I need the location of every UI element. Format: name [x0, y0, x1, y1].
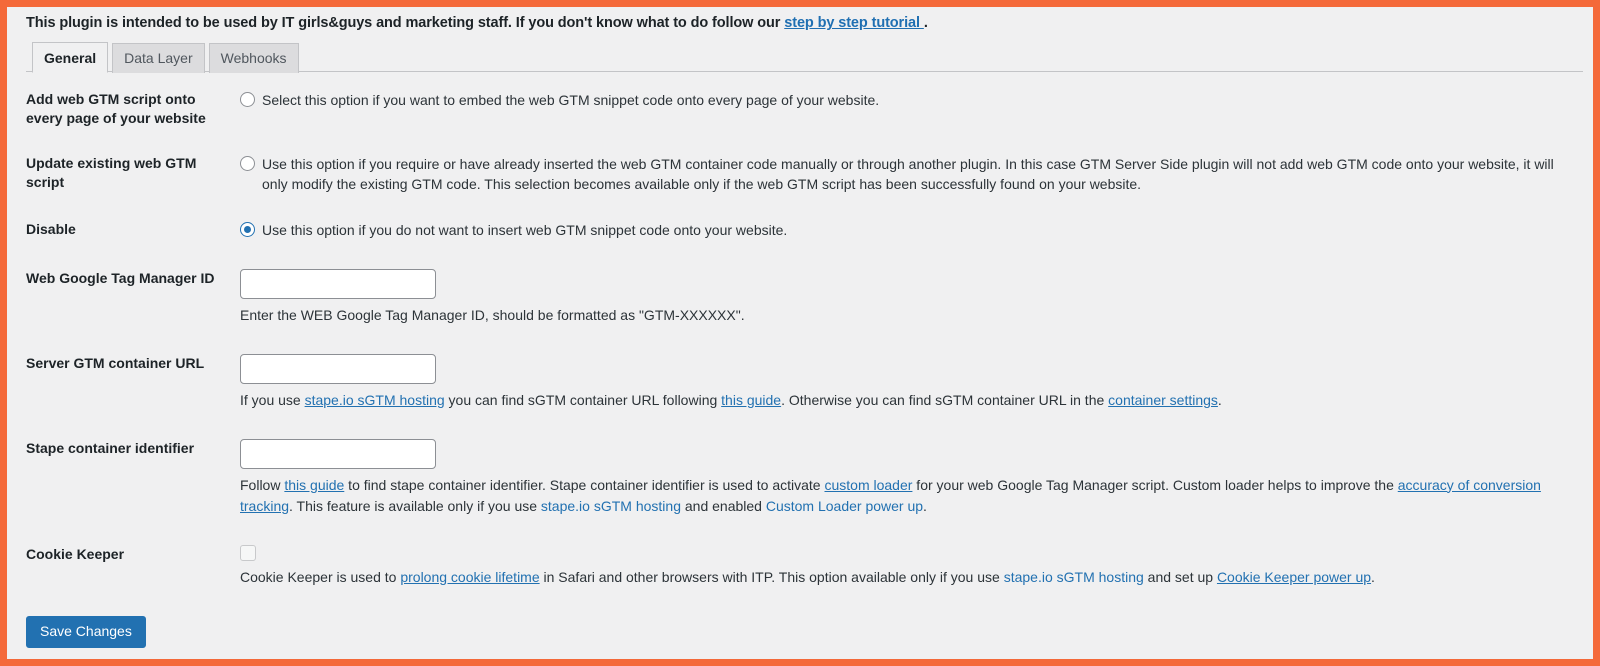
- stape-hosting-link-3[interactable]: stape.io sGTM hosting: [1004, 569, 1144, 585]
- desc-cookie-keeper: Cookie Keeper is used to prolong cookie …: [240, 567, 1575, 588]
- label-web-gtm-id: Web Google Tag Manager ID: [26, 269, 215, 286]
- desc-server-gtm-url: If you use stape.io sGTM hosting you can…: [240, 390, 1575, 411]
- option-disable[interactable]: Use this option if you do not want to in…: [240, 220, 1575, 240]
- settings-page: This plugin is intended to be used by IT…: [7, 7, 1593, 659]
- desc-stape-identifier: Follow this guide to find stape containe…: [240, 475, 1575, 517]
- tab-data-layer-label: Data Layer: [124, 50, 193, 66]
- plugin-settings-frame: This plugin is intended to be used by IT…: [0, 0, 1600, 666]
- desc-server-gtm-url-part2: you can find sGTM container URL followin…: [444, 391, 722, 408]
- cookie-keeper-checkbox[interactable]: [240, 544, 256, 561]
- stape-identifier-input[interactable]: [240, 438, 436, 469]
- row-server-gtm-url: Server GTM container URL If you use stap…: [26, 340, 1583, 425]
- desc-stape-part4: . This feature is available only if you …: [289, 497, 541, 514]
- row-update-web-gtm-script: Update existing web GTM script Use this …: [26, 142, 1583, 209]
- desc-server-gtm-url-part1: If you use: [240, 391, 305, 408]
- desc-cookie-part3: and set up: [1143, 568, 1217, 585]
- tab-webhooks[interactable]: Webhooks: [208, 43, 299, 73]
- plugin-notice: This plugin is intended to be used by IT…: [17, 7, 1583, 31]
- notice-text-before: This plugin is intended to be used by IT…: [26, 15, 785, 31]
- custom-loader-power-up-link[interactable]: Custom Loader power up: [766, 498, 923, 514]
- server-gtm-url-input[interactable]: [240, 353, 436, 384]
- this-guide-link-2[interactable]: this guide: [284, 477, 344, 493]
- label-add-web-gtm-script: Add web GTM script onto every page of yo…: [26, 91, 206, 126]
- this-guide-link-1[interactable]: this guide: [721, 392, 781, 408]
- desc-stape-part6: .: [923, 497, 927, 514]
- label-update-web-gtm-script: Update existing web GTM script: [26, 154, 197, 190]
- general-settings-form: Add web GTM script onto every page of yo…: [17, 78, 1583, 602]
- submit-area: Save Changes: [17, 602, 1583, 659]
- web-gtm-id-input[interactable]: [240, 268, 436, 299]
- stape-hosting-link-2[interactable]: stape.io sGTM hosting: [541, 498, 681, 514]
- desc-cookie-part1: Cookie Keeper is used to: [240, 568, 401, 585]
- label-cookie-keeper: Cookie Keeper: [26, 545, 125, 562]
- desc-stape-part2: to find stape container identifier. Stap…: [344, 476, 825, 493]
- tab-general[interactable]: General: [32, 42, 109, 73]
- option-text-add-web-gtm-script: Select this option if you want to embed …: [262, 92, 880, 108]
- tab-general-label: General: [44, 50, 97, 66]
- desc-server-gtm-url-part4: .: [1217, 391, 1222, 408]
- tab-data-layer[interactable]: Data Layer: [112, 43, 205, 73]
- radio-add-web-gtm-script[interactable]: [240, 92, 255, 107]
- option-text-disable: Use this option if you do not want to in…: [262, 222, 788, 239]
- stape-hosting-link-1[interactable]: stape.io sGTM hosting: [305, 392, 445, 408]
- row-stape-identifier: Stape container identifier Follow this g…: [26, 425, 1583, 531]
- label-disable: Disable: [26, 221, 76, 238]
- option-text-update-web-gtm-script: Use this option if you require or have a…: [262, 155, 1554, 193]
- settings-tabs: General Data Layer Webhooks: [26, 41, 1583, 73]
- desc-stape-part5: and enabled: [680, 497, 766, 514]
- row-cookie-keeper: Cookie Keeper Cookie Keeper is used to p…: [26, 531, 1583, 602]
- row-add-web-gtm-script: Add web GTM script onto every page of yo…: [26, 78, 1583, 142]
- desc-stape-part3: for your web Google Tag Manager script. …: [912, 476, 1398, 493]
- desc-cookie-part2: in Safari and other browsers with ITP. T…: [539, 568, 1004, 585]
- radio-update-web-gtm-script[interactable]: [240, 155, 255, 171]
- row-web-gtm-id: Web Google Tag Manager ID Enter the WEB …: [26, 255, 1583, 340]
- prolong-cookie-lifetime-link[interactable]: prolong cookie lifetime: [400, 569, 539, 585]
- notice-text-after: .: [923, 15, 928, 31]
- save-changes-button[interactable]: Save Changes: [26, 615, 146, 649]
- label-stape-identifier: Stape container identifier: [26, 439, 195, 456]
- desc-server-gtm-url-part3: . Otherwise you can find sGTM container …: [781, 391, 1109, 408]
- option-add-web-gtm-script[interactable]: Select this option if you want to embed …: [240, 90, 1575, 110]
- container-settings-link[interactable]: container settings: [1108, 392, 1218, 408]
- desc-web-gtm-id: Enter the WEB Google Tag Manager ID, sho…: [240, 306, 745, 323]
- desc-cookie-part4: .: [1371, 568, 1375, 585]
- row-disable: Disable Use this option if you do not wa…: [26, 208, 1583, 254]
- cookie-keeper-power-up-link[interactable]: Cookie Keeper power up: [1217, 569, 1371, 585]
- label-server-gtm-url: Server GTM container URL: [26, 354, 205, 371]
- desc-stape-part1: Follow: [240, 476, 285, 493]
- custom-loader-link[interactable]: custom loader: [824, 477, 912, 493]
- tab-webhooks-label: Webhooks: [220, 50, 287, 66]
- option-update-web-gtm-script[interactable]: Use this option if you require or have a…: [240, 154, 1575, 195]
- step-by-step-tutorial-link[interactable]: step by step tutorial: [784, 15, 924, 31]
- radio-disable[interactable]: [240, 222, 255, 238]
